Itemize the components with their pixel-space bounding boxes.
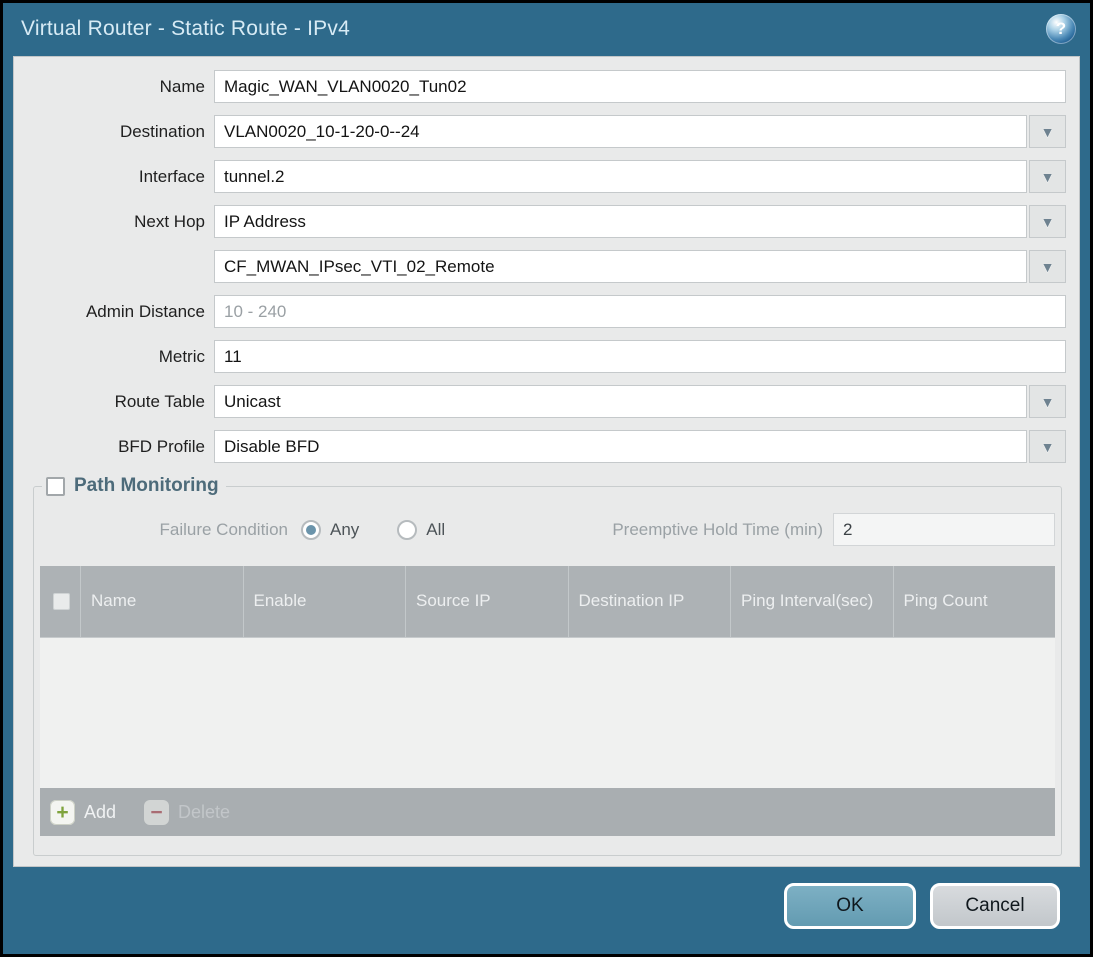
form-row-metric: Metric	[14, 340, 1066, 373]
next-hop-label: Next Hop	[14, 212, 214, 232]
column-header-name[interactable]: Name	[80, 566, 243, 637]
name-input[interactable]	[214, 70, 1066, 103]
form-row-bfd-profile: BFD Profile ▼	[14, 430, 1066, 463]
static-route-dialog: Virtual Router - Static Route - IPv4 ? N…	[3, 3, 1090, 954]
form-row-interface: Interface ▼	[14, 160, 1066, 193]
help-icon[interactable]: ?	[1046, 14, 1076, 44]
path-monitoring-legend: Path Monitoring	[42, 475, 226, 497]
interface-select[interactable]	[214, 160, 1027, 193]
destination-label: Destination	[14, 122, 214, 142]
column-header-ping-count[interactable]: Ping Count	[893, 566, 1056, 637]
cancel-button[interactable]: Cancel	[930, 883, 1060, 929]
column-header-source-ip[interactable]: Source IP	[405, 566, 568, 637]
route-table-dropdown-button[interactable]: ▼	[1029, 385, 1066, 418]
chevron-down-icon: ▼	[1041, 125, 1055, 139]
failure-condition-all-label: All	[426, 520, 445, 540]
destination-dropdown-button[interactable]: ▼	[1029, 115, 1066, 148]
next-hop-address-dropdown-button[interactable]: ▼	[1029, 250, 1066, 283]
form-row-name: Name	[14, 70, 1066, 103]
table-footer-toolbar: + Add − Delete	[40, 788, 1055, 836]
delete-button: Delete	[178, 802, 230, 823]
dialog-actions: OK Cancel	[784, 883, 1060, 929]
next-hop-type-select[interactable]	[214, 205, 1027, 238]
admin-distance-label: Admin Distance	[14, 302, 214, 322]
admin-distance-input[interactable]	[214, 295, 1066, 328]
table-body-empty	[40, 638, 1055, 788]
column-header-ping-interval[interactable]: Ping Interval(sec)	[730, 566, 893, 637]
add-button[interactable]: Add	[84, 802, 116, 823]
chevron-down-icon: ▼	[1041, 440, 1055, 454]
form-row-next-hop-address: ▼	[14, 250, 1066, 283]
failure-condition-any-label: Any	[330, 520, 359, 540]
form-row-next-hop: Next Hop ▼	[14, 205, 1066, 238]
path-monitoring-checkbox[interactable]	[46, 477, 65, 496]
chevron-down-icon: ▼	[1041, 260, 1055, 274]
ok-button[interactable]: OK	[784, 883, 916, 929]
destination-select[interactable]	[214, 115, 1027, 148]
form-row-admin-distance: Admin Distance	[14, 295, 1066, 328]
next-hop-type-dropdown-button[interactable]: ▼	[1029, 205, 1066, 238]
interface-dropdown-button[interactable]: ▼	[1029, 160, 1066, 193]
metric-label: Metric	[14, 347, 214, 367]
path-monitoring-title: Path Monitoring	[74, 475, 219, 497]
preemptive-hold-time-input[interactable]	[833, 513, 1055, 546]
chevron-down-icon: ▼	[1041, 170, 1055, 184]
chevron-down-icon: ▼	[1041, 215, 1055, 229]
content-panel: Name Destination ▼ Interface	[13, 56, 1080, 867]
route-table-select[interactable]	[214, 385, 1027, 418]
route-form: Name Destination ▼ Interface	[14, 57, 1079, 463]
failure-condition-all-radio[interactable]	[397, 520, 417, 540]
table-header-row: Name Enable Source IP Destination IP Pin…	[40, 566, 1055, 638]
bfd-profile-label: BFD Profile	[14, 437, 214, 457]
column-header-destination-ip[interactable]: Destination IP	[568, 566, 731, 637]
failure-condition-any-radio[interactable]	[301, 520, 321, 540]
preemptive-hold-time-label: Preemptive Hold Time (min)	[612, 520, 823, 540]
path-monitoring-table: Name Enable Source IP Destination IP Pin…	[40, 566, 1055, 836]
interface-label: Interface	[14, 167, 214, 187]
name-label: Name	[14, 77, 214, 97]
next-hop-address-select[interactable]	[214, 250, 1027, 283]
delete-icon: −	[144, 800, 169, 825]
bfd-profile-select[interactable]	[214, 430, 1027, 463]
path-monitoring-section: Path Monitoring Failure Condition Any Al…	[33, 475, 1062, 856]
form-row-destination: Destination ▼	[14, 115, 1066, 148]
metric-input[interactable]	[214, 340, 1066, 373]
add-icon[interactable]: +	[50, 800, 75, 825]
failure-condition-label: Failure Condition	[39, 520, 301, 540]
column-header-enable[interactable]: Enable	[243, 566, 406, 637]
route-table-label: Route Table	[14, 392, 214, 412]
chevron-down-icon: ▼	[1041, 395, 1055, 409]
help-glyph: ?	[1056, 19, 1066, 39]
title-bar: Virtual Router - Static Route - IPv4 ?	[3, 3, 1090, 54]
table-header-checkbox-cell	[40, 566, 80, 637]
select-all-checkbox[interactable]	[53, 593, 70, 610]
form-row-route-table: Route Table ▼	[14, 385, 1066, 418]
failure-condition-row: Failure Condition Any All Preemptive Hol…	[39, 513, 1055, 546]
dialog-title: Virtual Router - Static Route - IPv4	[21, 17, 350, 41]
bfd-profile-dropdown-button[interactable]: ▼	[1029, 430, 1066, 463]
